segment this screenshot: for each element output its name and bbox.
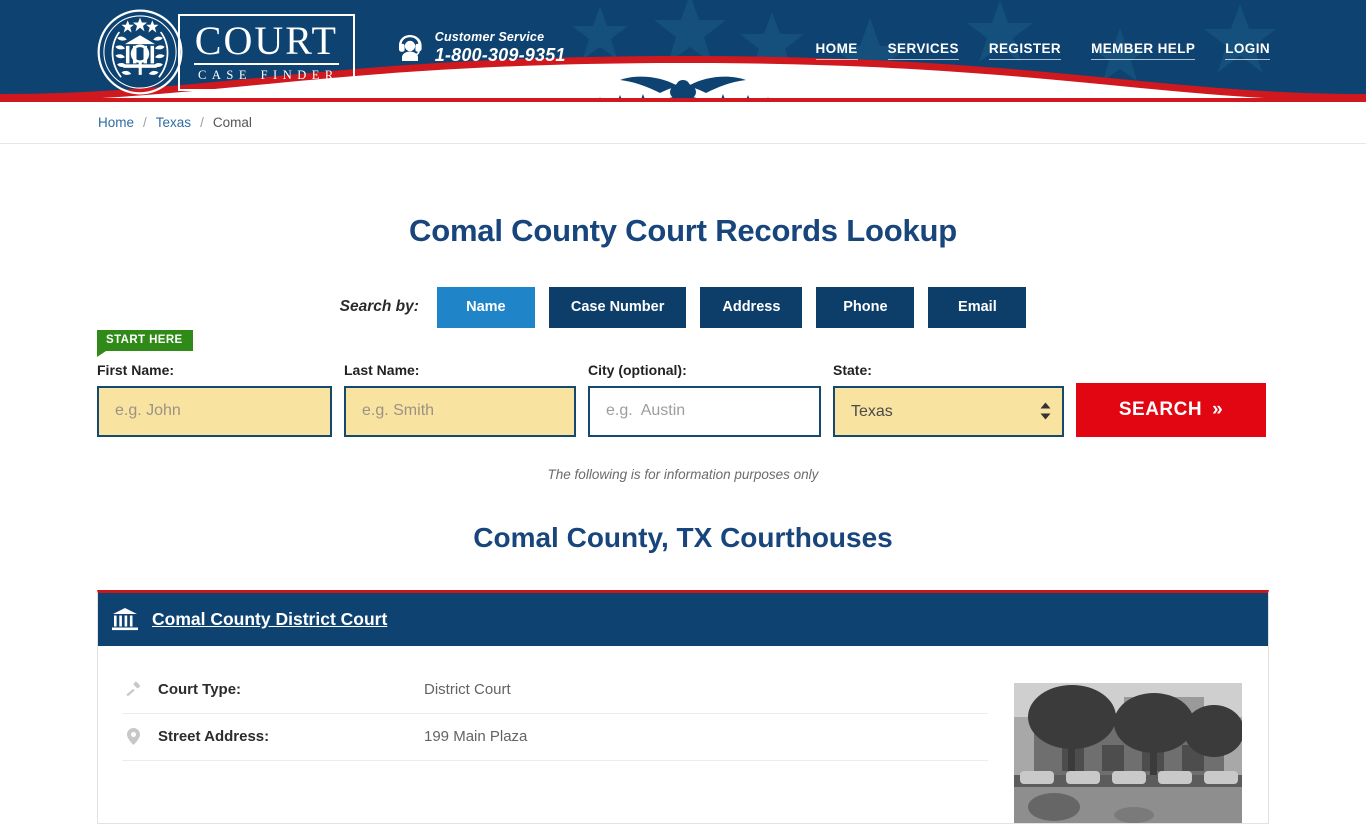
tab-name[interactable]: Name (436, 286, 535, 328)
main-navigation: HOME SERVICES REGISTER MEMBER HELP LOGIN (815, 41, 1270, 60)
breadcrumb-current: Comal (212, 115, 252, 130)
nav-item-login[interactable]: LOGIN (1225, 41, 1270, 60)
court-type-label: Court Type: (158, 680, 242, 698)
search-by-tabs: Search by: Name Case Number Address Phon… (0, 286, 1366, 328)
city-field-group: City (optional): (588, 362, 821, 437)
state-label: State: (833, 361, 872, 378)
breadcrumb-separator-2: / (200, 115, 204, 130)
courthouse-photo (1014, 682, 1242, 823)
court-type-value: District Court (424, 680, 511, 698)
court-seal-icon (97, 9, 183, 95)
breadcrumb: Home / Texas / Comal (0, 102, 1366, 144)
gavel-icon (122, 681, 144, 697)
first-name-field-group: First Name: (97, 362, 332, 437)
logo-subtitle: CASE FINDER (198, 67, 339, 82)
court-detail-list: Court Type: District Court Street Addres… (122, 666, 1014, 823)
headset-support-icon (398, 35, 422, 61)
tab-case-number[interactable]: Case Number (548, 286, 687, 328)
search-button[interactable]: SEARCH » (1076, 382, 1266, 437)
state-select[interactable]: Texas (833, 385, 1064, 437)
street-address-value: 199 Main Plaza (424, 728, 528, 746)
first-name-input[interactable] (97, 385, 332, 437)
table-row (122, 759, 988, 807)
court-name-link[interactable]: Comal County District Court (152, 609, 387, 630)
main-content: Comal County Court Records Lookup Search… (0, 144, 1366, 824)
nav-item-register[interactable]: REGISTER (988, 41, 1062, 60)
tab-email[interactable]: Email (928, 286, 1027, 328)
street-address-label: Street Address: (158, 728, 270, 746)
map-pin-icon (122, 728, 144, 746)
table-row: Court Type: District Court (122, 666, 988, 713)
last-name-field-group: Last Name: (344, 362, 576, 437)
section-title-courthouses: Comal County, TX Courthouses (473, 521, 893, 553)
state-field-group: State: Texas (833, 362, 1064, 437)
page-title: Comal County Court Records Lookup (409, 212, 957, 248)
site-header: COURT CASE FINDER Customer Service 1-800… (0, 0, 1366, 102)
city-label: City (optional): (588, 361, 687, 378)
tab-address[interactable]: Address (700, 286, 803, 328)
customer-service-block: Customer Service 1-800-309-9351 (395, 30, 566, 66)
double-chevron-right-icon: » (1212, 398, 1224, 420)
court-card: Comal County District Court Court Type: … (97, 589, 1269, 824)
customer-service-phone[interactable]: 1-800-309-9351 (435, 45, 566, 66)
disclaimer-text: The following is for information purpose… (547, 466, 819, 482)
courthouse-bank-icon (112, 608, 138, 631)
search-by-label: Search by: (339, 298, 419, 316)
tab-phone[interactable]: Phone (816, 286, 915, 328)
court-photo-column (1014, 666, 1244, 823)
court-card-header: Comal County District Court (98, 592, 1268, 646)
breadcrumb-home[interactable]: Home (98, 115, 134, 130)
city-input[interactable] (588, 385, 821, 437)
breadcrumb-separator-1: / (143, 115, 147, 130)
customer-service-label: Customer Service (434, 30, 545, 44)
start-here-badge: START HERE (97, 329, 193, 357)
breadcrumb-texas[interactable]: Texas (156, 115, 191, 130)
last-name-label: Last Name: (344, 361, 420, 378)
logo-title: COURT (194, 17, 339, 65)
last-name-input[interactable] (344, 385, 576, 437)
nav-item-services[interactable]: SERVICES (887, 41, 959, 60)
table-row: Street Address: 199 Main Plaza (122, 712, 988, 760)
site-logo[interactable]: COURT CASE FINDER (96, 8, 355, 96)
search-button-label: SEARCH (1118, 398, 1203, 420)
nav-item-member-help[interactable]: MEMBER HELP (1091, 41, 1196, 60)
nav-item-home[interactable]: HOME (815, 41, 858, 60)
first-name-label: First Name: (97, 361, 175, 378)
search-form: START HERE First Name: Last Name: City (… (97, 328, 1269, 437)
header-red-rule (0, 98, 1366, 102)
